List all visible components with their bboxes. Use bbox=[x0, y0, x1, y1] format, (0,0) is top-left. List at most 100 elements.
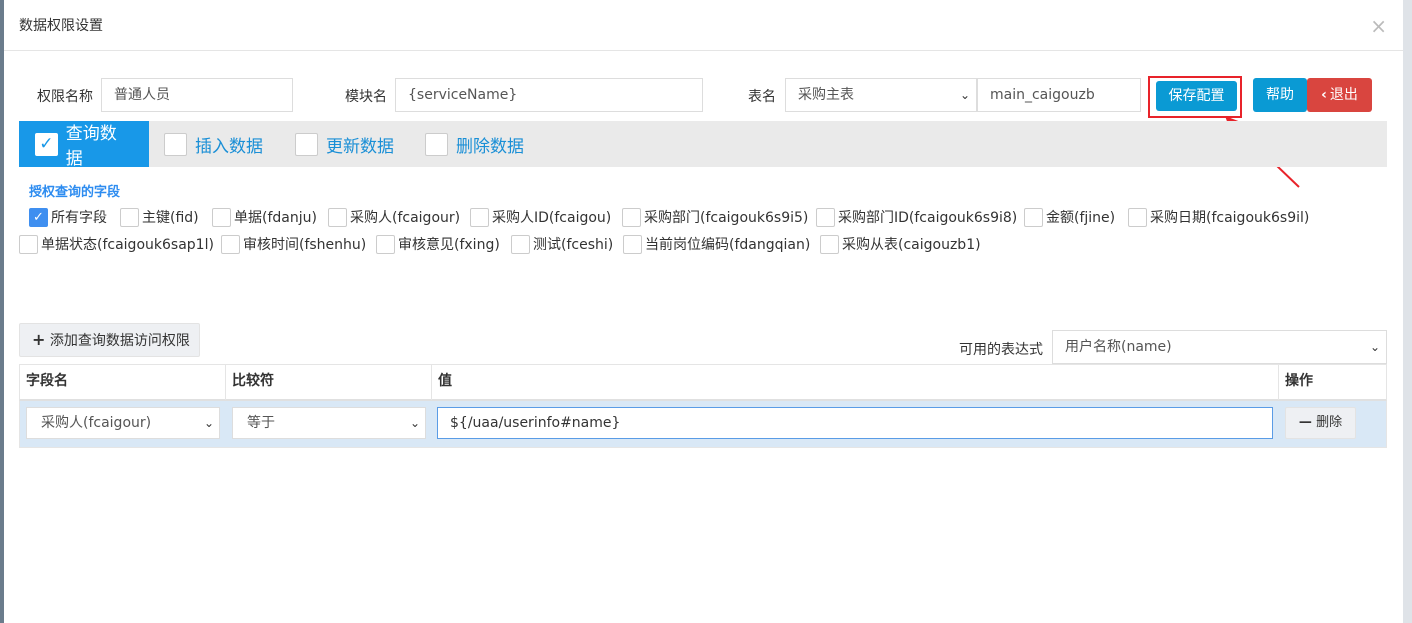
tab-delete[interactable]: 删除数据 bbox=[425, 121, 524, 167]
field-item[interactable]: 审核意见(fxing) bbox=[376, 234, 500, 254]
field-item[interactable]: 单据(fdanju) bbox=[212, 207, 317, 227]
field-label: 单据状态(fcaigouk6sap1l) bbox=[41, 237, 214, 253]
field-label: 当前岗位编码(fdangqian) bbox=[645, 237, 811, 253]
fields-section-title: 授权查询的字段 bbox=[29, 185, 121, 200]
tab-update-label: 更新数据 bbox=[326, 136, 394, 157]
table-label: 表名 bbox=[748, 89, 776, 105]
field-item[interactable]: 采购部门ID(fcaigouk6s9i8) bbox=[816, 207, 1017, 227]
field-label: 采购部门ID(fcaigouk6s9i8) bbox=[838, 210, 1018, 226]
dialog-header: 数据权限设置 × bbox=[4, 0, 1403, 51]
operator-select-value: 等于 bbox=[247, 415, 275, 431]
field-label: 审核意见(fxing) bbox=[398, 237, 500, 253]
value-input[interactable]: ${/uaa/userinfo#name} bbox=[437, 407, 1273, 439]
table-code-input[interactable]: main_caigouzb bbox=[977, 78, 1141, 112]
chevron-down-icon: ⌄ bbox=[959, 88, 970, 102]
field-checkbox[interactable] bbox=[19, 234, 38, 254]
dialog-title: 数据权限设置 bbox=[19, 18, 103, 34]
module-label: 模块名 bbox=[345, 89, 387, 105]
expression-label: 可用的表达式 bbox=[959, 342, 1043, 358]
add-query-permission-button[interactable]: + 添加查询数据访问权限 bbox=[19, 323, 200, 357]
field-select-value: 采购人(fcaigour) bbox=[41, 415, 152, 431]
field-label: 采购人ID(fcaigou) bbox=[492, 210, 612, 226]
table-header: 字段名 比较符 值 操作 bbox=[19, 364, 1387, 401]
help-button[interactable]: 帮助 bbox=[1253, 78, 1307, 112]
permission-table: 字段名 比较符 值 操作 采购人(fcaigour) ⌄ 等于 ⌄ ${/uaa… bbox=[19, 364, 1387, 448]
delete-row-button[interactable]: — 删除 bbox=[1285, 407, 1356, 439]
expression-select-value: 用户名称(name) bbox=[1065, 339, 1172, 355]
field-label: 采购部门(fcaigouk6s9i5) bbox=[644, 210, 809, 226]
perm-name-label: 权限名称 bbox=[37, 89, 93, 105]
background-edge-right bbox=[1403, 0, 1412, 623]
minus-icon: — bbox=[1298, 415, 1312, 430]
save-config-button[interactable]: 保存配置 bbox=[1156, 81, 1237, 111]
operator-select[interactable]: 等于 ⌄ bbox=[232, 407, 426, 439]
add-query-permission-label: 添加查询数据访问权限 bbox=[49, 333, 190, 349]
field-label: 金额(fjine) bbox=[1046, 210, 1116, 226]
field-checkbox[interactable] bbox=[120, 207, 139, 227]
exit-button[interactable]: ‹ 退出 bbox=[1307, 78, 1372, 112]
field-item[interactable]: 采购人(fcaigour) bbox=[328, 207, 460, 227]
field-checkbox[interactable] bbox=[623, 234, 642, 254]
field-select[interactable]: 采购人(fcaigour) ⌄ bbox=[26, 407, 220, 439]
field-label: 审核时间(fshenhu) bbox=[243, 237, 367, 253]
field-checkbox[interactable] bbox=[1128, 207, 1147, 227]
field-label: 所有字段 bbox=[51, 210, 107, 226]
table-row: 采购人(fcaigour) ⌄ 等于 ⌄ ${/uaa/userinfo#nam… bbox=[19, 401, 1387, 448]
tab-update[interactable]: 更新数据 bbox=[295, 121, 394, 167]
field-label: 采购人(fcaigour) bbox=[350, 210, 461, 226]
field-item[interactable]: 当前岗位编码(fdangqian) bbox=[623, 234, 810, 254]
perm-name-input[interactable]: 普通人员 bbox=[101, 78, 293, 112]
expression-select[interactable]: 用户名称(name) ⌄ bbox=[1052, 330, 1387, 364]
check-icon[interactable]: ✓ bbox=[29, 207, 48, 227]
check-icon[interactable]: ✓ bbox=[35, 132, 58, 156]
checkbox-update[interactable] bbox=[295, 132, 318, 156]
field-item[interactable]: 主键(fid) bbox=[120, 207, 199, 227]
chevron-left-icon: ‹ bbox=[1321, 87, 1327, 103]
field-checkbox[interactable] bbox=[376, 234, 395, 254]
field-checkbox[interactable] bbox=[1024, 207, 1043, 227]
field-checkbox[interactable] bbox=[622, 207, 641, 227]
field-checkbox[interactable] bbox=[511, 234, 530, 254]
field-checkbox[interactable] bbox=[470, 207, 489, 227]
field-item[interactable]: 采购人ID(fcaigou) bbox=[470, 207, 611, 227]
delete-label: 删除 bbox=[1316, 415, 1343, 430]
table-select-value: 采购主表 bbox=[798, 87, 854, 103]
exit-label: 退出 bbox=[1329, 87, 1358, 103]
header-operator: 比较符 bbox=[226, 365, 432, 400]
field-item[interactable]: 审核时间(fshenhu) bbox=[221, 234, 366, 254]
field-label: 采购日期(fcaigouk6s9il) bbox=[1150, 210, 1310, 226]
header-field: 字段名 bbox=[20, 365, 226, 400]
field-checkbox[interactable] bbox=[328, 207, 347, 227]
field-checkbox[interactable] bbox=[816, 207, 835, 227]
field-checkbox[interactable] bbox=[820, 234, 839, 254]
field-label: 采购从表(caigouzb1) bbox=[842, 237, 981, 253]
field-item[interactable]: ✓ 所有字段 bbox=[29, 207, 107, 227]
tab-delete-label: 删除数据 bbox=[456, 136, 524, 157]
field-item[interactable]: 采购日期(fcaigouk6s9il) bbox=[1128, 207, 1309, 227]
tab-query-label: 查询数据 bbox=[65, 124, 117, 169]
chevron-down-icon: ⌄ bbox=[409, 416, 420, 430]
tab-insert[interactable]: 插入数据 bbox=[164, 121, 263, 167]
field-label: 主键(fid) bbox=[142, 210, 199, 226]
checkbox-insert[interactable] bbox=[164, 132, 187, 156]
tab-query[interactable]: ✓ 查询数据 bbox=[19, 121, 149, 169]
operation-tabs: ✓ 查询数据 插入数据 更新数据 删除数据 bbox=[19, 121, 1387, 169]
field-item[interactable]: 金额(fjine) bbox=[1024, 207, 1115, 227]
field-checkbox[interactable] bbox=[212, 207, 231, 227]
chevron-down-icon: ⌄ bbox=[1369, 340, 1380, 354]
field-label: 单据(fdanju) bbox=[234, 210, 317, 226]
checkbox-delete[interactable] bbox=[425, 132, 448, 156]
field-item[interactable]: 采购部门(fcaigouk6s9i5) bbox=[622, 207, 808, 227]
table-select[interactable]: 采购主表 ⌄ bbox=[785, 78, 977, 112]
chevron-down-icon: ⌄ bbox=[203, 416, 214, 430]
field-item[interactable]: 单据状态(fcaigouk6sap1l) bbox=[19, 234, 214, 254]
tab-insert-label: 插入数据 bbox=[195, 136, 263, 157]
close-icon[interactable]: × bbox=[1370, 14, 1387, 38]
header-action: 操作 bbox=[1285, 373, 1313, 389]
field-item[interactable]: 测试(fceshi) bbox=[511, 234, 613, 254]
field-checkbox[interactable] bbox=[221, 234, 240, 254]
header-value: 值 bbox=[432, 365, 1279, 400]
permission-dialog: 数据权限设置 × 权限名称 普通人员 模块名 {serviceName} 表名 … bbox=[4, 0, 1403, 623]
module-input[interactable]: {serviceName} bbox=[395, 78, 703, 112]
field-item[interactable]: 采购从表(caigouzb1) bbox=[820, 234, 981, 254]
